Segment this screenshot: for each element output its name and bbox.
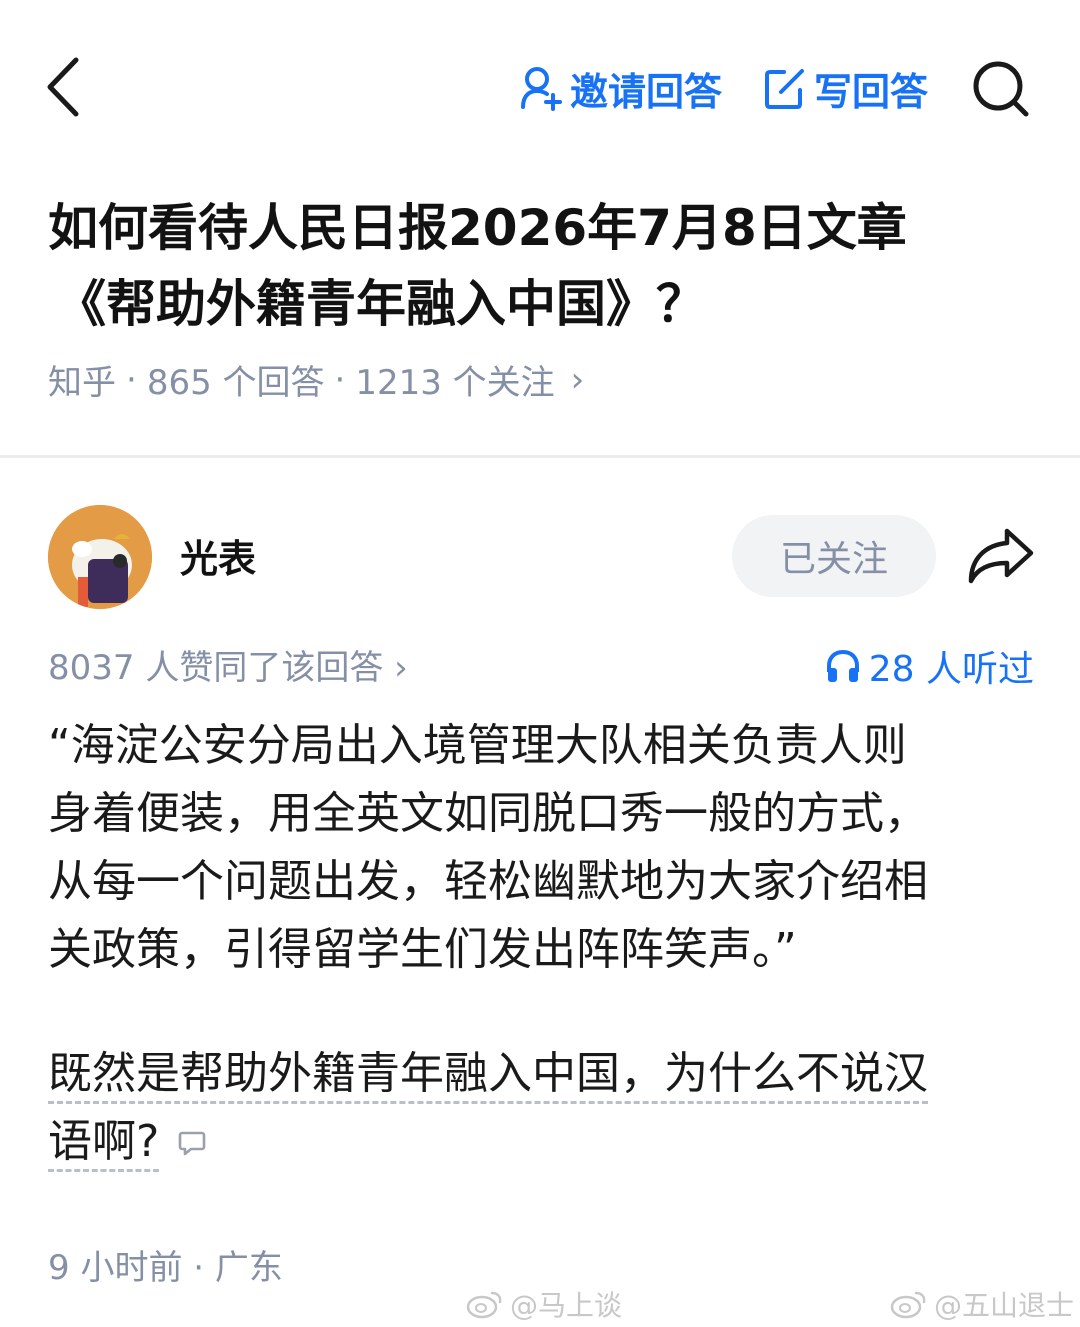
follow-button[interactable]: 已关注 [732, 515, 936, 597]
weibo-icon [466, 1291, 502, 1319]
listen-count[interactable]: 28 人听过 [825, 640, 1034, 692]
answer-line: 关政策，引得留学生们发出阵阵笑声。” [48, 924, 797, 975]
vote-count[interactable]: 8037 人赞同了该回答 › [48, 640, 408, 689]
search-icon [973, 61, 1029, 117]
share-icon [968, 528, 1034, 584]
question-title[interactable]: 如何看待人民日报2026年7月8日文章 《帮助外籍青年融入中国》？ [48, 190, 1048, 342]
chevron-right-icon: › [570, 359, 585, 400]
answer-line: 从每一个问题出发，轻松幽默地为大家介绍相 [48, 856, 928, 907]
write-answer-label: 写回答 [814, 69, 929, 114]
invite-answer-label: 邀请回答 [570, 69, 723, 114]
watermark-right-text: @五山退士 [934, 1289, 1075, 1322]
search-button[interactable] [970, 58, 1032, 120]
edit-icon [765, 69, 804, 109]
meta-separator: · [126, 359, 137, 400]
watermark-left-text: @马上谈 [510, 1289, 623, 1322]
question-meta[interactable]: 知乎 · 865 个回答 · 1213 个关注 › [48, 355, 584, 404]
highlighted-text[interactable]: 既然是帮助外籍青年融入中国，为什么不说汉 [48, 1048, 928, 1104]
listen-count-label: 28 人听过 [868, 649, 1034, 690]
watermark-right: @五山退士 [890, 1284, 1074, 1324]
source-label: 知乎 [48, 363, 116, 403]
question-title-line1: 如何看待人民日报2026年7月8日文章 [48, 199, 907, 257]
invite-answer-button[interactable]: 邀请回答 [520, 62, 722, 114]
avatar[interactable] [48, 505, 152, 609]
author-name[interactable]: 光表 [180, 528, 256, 583]
answer-count: 865 个回答 [146, 363, 325, 403]
watermark-left: @马上谈 [466, 1284, 622, 1324]
highlighted-text[interactable]: 语啊? [48, 1116, 160, 1172]
chevron-left-icon [47, 57, 79, 117]
write-answer-button[interactable]: 写回答 [764, 62, 928, 114]
headphones-icon [826, 649, 859, 682]
answer-quote: “海淀公安分局出入境管理大队相关负责人则 身着便装，用全英文如同脱口秀一般的方式… [48, 712, 1038, 984]
back-button[interactable] [38, 52, 94, 122]
meta-separator: · [334, 359, 346, 400]
section-divider [0, 455, 1080, 458]
add-user-icon [521, 67, 562, 111]
answer-line: 身着便装，用全英文如同脱口秀一般的方式， [48, 788, 928, 839]
avatar-image [48, 505, 152, 609]
post-time: 9 小时前 · 广东 [48, 1248, 283, 1288]
share-button[interactable] [965, 525, 1037, 587]
answer-line: “海淀公安分局出入境管理大队相关负责人则 [48, 720, 907, 771]
follow-count: 1213 个关注 [355, 363, 555, 403]
comment-icon[interactable] [177, 1110, 207, 1178]
answer-highlight: 既然是帮助外籍青年融入中国，为什么不说汉 语啊? [48, 1040, 1038, 1178]
weibo-icon [890, 1291, 926, 1319]
question-title-line2: 《帮助外籍青年融入中国》？ [56, 275, 706, 333]
